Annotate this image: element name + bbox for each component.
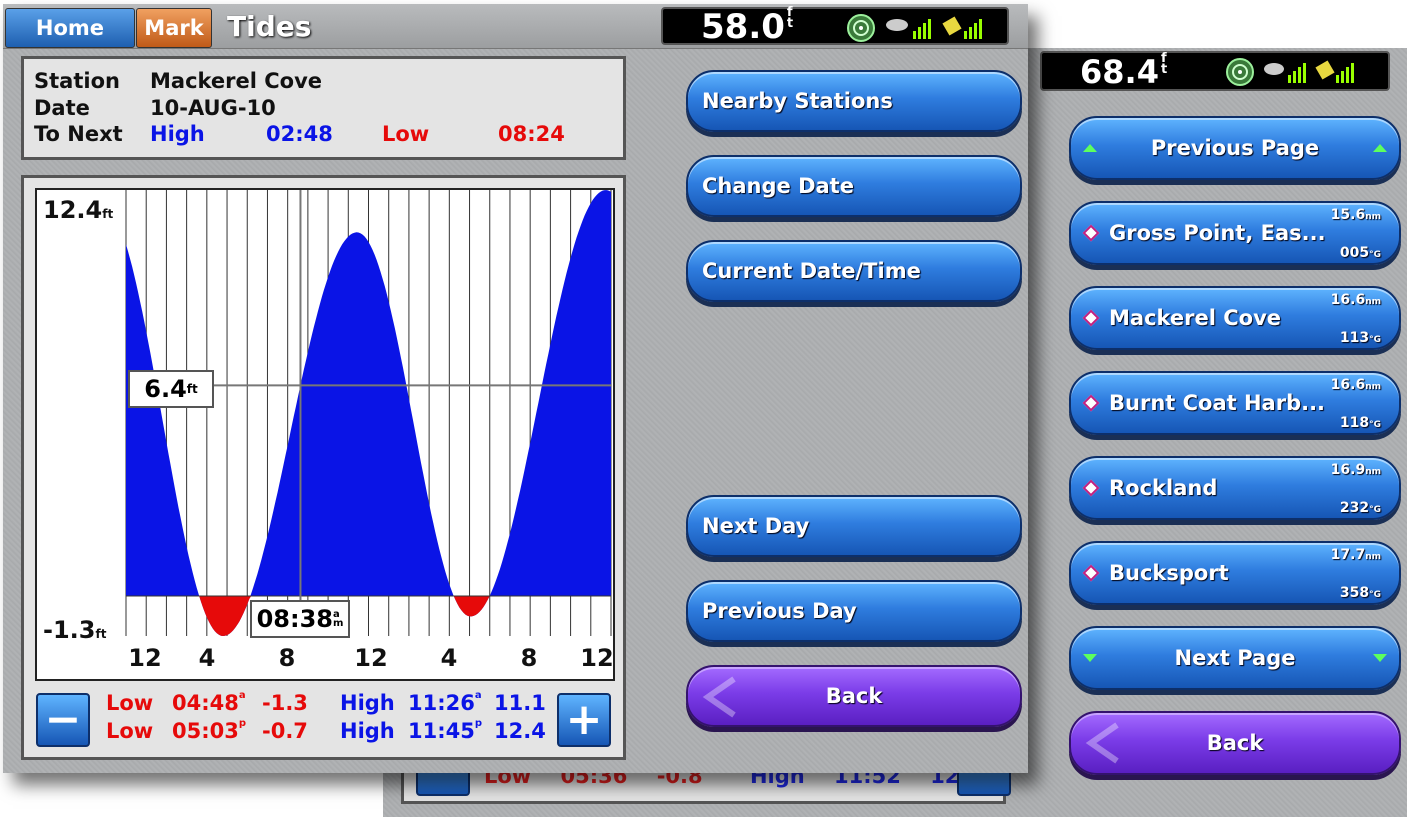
xm-signal-icon — [1315, 60, 1354, 83]
tide-row-2-high-value: 12.4 — [494, 719, 546, 743]
back-arrow-icon — [1085, 722, 1119, 764]
date-label: Date — [34, 96, 90, 120]
station-item-name: Gross Point, Eas... — [1109, 221, 1326, 245]
station-item-name: Mackerel Cove — [1109, 306, 1282, 330]
station-item[interactable]: Rockland 16.9nm 232°G — [1069, 456, 1401, 520]
next-high-time: 02:48 — [266, 122, 333, 146]
station-item-distance: 16.9nm — [1330, 462, 1381, 478]
mark-tab[interactable]: Mark — [136, 8, 212, 48]
station-item-bearing: 232°G — [1339, 500, 1381, 516]
back-arrow-icon — [702, 676, 736, 718]
back-status-bar: 68.4 f t — [1040, 51, 1390, 91]
tide-row-2-low-value: -0.7 — [262, 719, 308, 743]
tide-row-2-high-time: 11:45p — [408, 718, 483, 744]
next-low-time: 08:24 — [498, 122, 565, 146]
station-item[interactable]: Mackerel Cove 16.6nm 113°G — [1069, 286, 1401, 350]
zoom-out-button[interactable]: − — [36, 693, 90, 747]
xm-signal-icon — [942, 16, 982, 39]
tide-row-1-high-label: High — [340, 691, 395, 715]
tide-row-2-low-time: 05:03p — [172, 718, 247, 744]
station-item-bearing: 358°G — [1339, 585, 1381, 601]
status-bar: 58.0 f t — [661, 5, 1009, 47]
next-low-label: Low — [382, 122, 430, 146]
next-day-button[interactable]: Next Day — [686, 495, 1022, 557]
station-item-bearing: 113°G — [1339, 330, 1381, 346]
nearby-stations-button[interactable]: Nearby Stations — [686, 70, 1022, 132]
station-name: Mackerel Cove — [150, 69, 323, 93]
tide-row-2: Low 05:03p -0.7 High 11:45p 12.4 — [106, 718, 566, 744]
page-title: Tides — [227, 10, 312, 43]
next-page-button[interactable]: Next Page — [1069, 626, 1401, 690]
home-tab[interactable]: Home — [5, 8, 135, 48]
previous-page-button[interactable]: Previous Page — [1069, 116, 1401, 180]
station-item[interactable]: Gross Point, Eas... 15.6nm 005°G — [1069, 201, 1401, 265]
tides-window: Home Mark Tides 58.0 f t Station Mackerel … — [3, 4, 1028, 773]
to-next-label: To Next — [34, 122, 123, 146]
y-max-label: 12.4ft — [43, 196, 114, 224]
y-min-label: -1.3ft — [43, 616, 107, 644]
tide-row-1-high-value: 11.1 — [494, 691, 546, 715]
station-item-name: Rockland — [1109, 476, 1218, 500]
weather-signal-icon — [886, 19, 931, 39]
station-item-distance: 17.7nm — [1330, 547, 1381, 563]
station-item[interactable]: Bucksport 17.7nm 358°G — [1069, 541, 1401, 605]
tide-row-2-high-label: High — [340, 719, 395, 743]
station-label: Station — [34, 69, 120, 93]
back-depth-readout: 68.4 f t — [1080, 51, 1168, 91]
waypoint-icon — [1082, 564, 1100, 582]
back-status-icons — [1226, 58, 1354, 86]
cursor-time-label: 08:38 a m — [250, 600, 350, 638]
date-value: 10-AUG-10 — [150, 96, 276, 120]
x-tick-label: 4 — [198, 644, 216, 672]
x-tick-label: 8 — [520, 644, 538, 672]
zoom-in-button[interactable]: + — [557, 693, 611, 747]
tide-row-1-low-value: -1.3 — [262, 691, 308, 715]
x-tick-label: 12 — [354, 644, 388, 672]
status-icons — [847, 14, 982, 42]
station-item[interactable]: Burnt Coat Harb... 16.6nm 118°G — [1069, 371, 1401, 435]
tide-fill — [126, 190, 611, 636]
waypoint-icon — [1082, 309, 1100, 327]
station-item-distance: 16.6nm — [1330, 377, 1381, 393]
radar-icon — [847, 14, 875, 42]
radar-icon — [1226, 58, 1254, 86]
depth-readout: 58.0 f t — [701, 5, 794, 47]
tide-row-1-low-time: 04:48a — [172, 690, 246, 716]
tide-row-1: Low 04:48a -1.3 High 11:26a 11.1 — [106, 690, 566, 716]
station-info-panel: Station Mackerel Cove Date 10-AUG-10 To … — [21, 56, 626, 160]
current-date-time-button[interactable]: Current Date/Time — [686, 240, 1022, 302]
x-tick-label: 8 — [278, 644, 296, 672]
station-item-name: Burnt Coat Harb... — [1109, 391, 1326, 415]
back-button[interactable]: Back — [686, 665, 1022, 727]
station-item-name: Bucksport — [1109, 561, 1229, 585]
station-item-bearing: 118°G — [1339, 415, 1381, 431]
station-item-bearing: 005°G — [1339, 245, 1381, 261]
next-high-label: High — [150, 122, 205, 146]
x-tick-label: 12 — [128, 644, 162, 672]
tide-graph[interactable]: 12.4ft -1.3ft 6.4 ft 08:38 a m 12 4 8 12 4 8 12 — [35, 188, 615, 681]
tide-row-1-low-label: Low — [106, 691, 154, 715]
stations-back-button[interactable]: Back — [1069, 711, 1401, 775]
waypoint-icon — [1082, 479, 1100, 497]
weather-signal-icon — [1264, 63, 1306, 83]
cursor-height-label: 6.4 ft — [128, 370, 214, 408]
tide-row-1-high-time: 11:26a — [408, 690, 482, 716]
waypoint-icon — [1082, 394, 1100, 412]
tide-row-2-low-label: Low — [106, 719, 154, 743]
x-tick-label: 4 — [440, 644, 458, 672]
station-item-distance: 15.6nm — [1330, 207, 1381, 223]
station-item-distance: 16.6nm — [1330, 292, 1381, 308]
waypoint-icon — [1082, 224, 1100, 242]
x-tick-label: 12 — [580, 644, 614, 672]
top-bar: Home Mark Tides 58.0 f t — [3, 4, 1028, 49]
change-date-button[interactable]: Change Date — [686, 155, 1022, 217]
tide-chart-panel: 12.4ft -1.3ft 6.4 ft 08:38 a m 12 4 8 12 4 8 12 −… — [21, 175, 626, 760]
previous-day-button[interactable]: Previous Day — [686, 580, 1022, 642]
